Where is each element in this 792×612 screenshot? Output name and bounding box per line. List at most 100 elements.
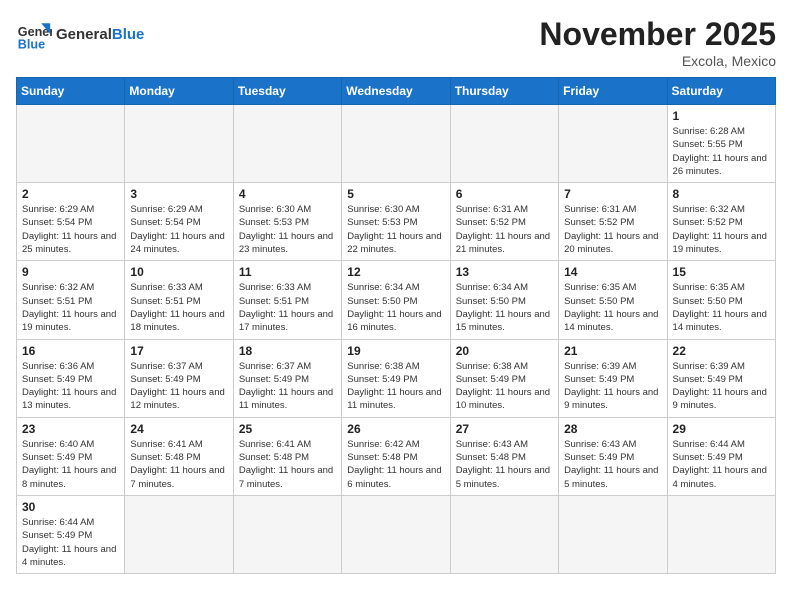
cell-info: Sunrise: 6:38 AM Sunset: 5:49 PM Dayligh… — [456, 360, 553, 413]
column-header-saturday: Saturday — [667, 78, 775, 105]
calendar-cell: 29Sunrise: 6:44 AM Sunset: 5:49 PM Dayli… — [667, 417, 775, 495]
cell-info: Sunrise: 6:41 AM Sunset: 5:48 PM Dayligh… — [130, 438, 227, 491]
cell-info: Sunrise: 6:39 AM Sunset: 5:49 PM Dayligh… — [673, 360, 770, 413]
cell-info: Sunrise: 6:35 AM Sunset: 5:50 PM Dayligh… — [564, 281, 661, 334]
day-number: 10 — [130, 265, 227, 279]
calendar-cell: 30 Sunrise: 6:44 AM Sunset: 5:49 PM Dayli… — [17, 495, 125, 573]
logo-icon: General Blue — [16, 16, 52, 52]
cell-info: Sunrise: 6:42 AM Sunset: 5:48 PM Dayligh… — [347, 438, 444, 491]
calendar-cell: 8 Sunrise: 6:32 AM Sunset: 5:52 PM Daylig… — [667, 183, 775, 261]
day-number: 13 — [456, 265, 553, 279]
calendar-cell: 23Sunrise: 6:40 AM Sunset: 5:49 PM Dayli… — [17, 417, 125, 495]
column-header-wednesday: Wednesday — [342, 78, 450, 105]
logo: General Blue GeneralBlue — [16, 16, 144, 52]
day-number: 12 — [347, 265, 444, 279]
calendar-cell: 14Sunrise: 6:35 AM Sunset: 5:50 PM Dayli… — [559, 261, 667, 339]
day-number: 26 — [347, 422, 444, 436]
cell-info: Sunrise: 6:31 AM Sunset: 5:52 PM Dayligh… — [564, 203, 661, 256]
day-number: 15 — [673, 265, 770, 279]
calendar-week-row: 30 Sunrise: 6:44 AM Sunset: 5:49 PM Dayli… — [17, 495, 776, 573]
day-number: 16 — [22, 344, 119, 358]
day-number: 24 — [130, 422, 227, 436]
calendar-cell: 16 Sunrise: 6:36 AM Sunset: 5:49 PM Dayli… — [17, 339, 125, 417]
calendar-cell: 28 Sunrise: 6:43 AM Sunset: 5:49 PM Dayli… — [559, 417, 667, 495]
calendar-table: SundayMondayTuesdayWednesdayThursdayFrid… — [16, 77, 776, 574]
column-header-tuesday: Tuesday — [233, 78, 341, 105]
calendar-cell: 24 Sunrise: 6:41 AM Sunset: 5:48 PM Dayli… — [125, 417, 233, 495]
cell-info: Sunrise: 6:43 AM Sunset: 5:49 PM Dayligh… — [564, 438, 661, 491]
calendar-header-row: SundayMondayTuesdayWednesdayThursdayFrid… — [17, 78, 776, 105]
column-header-friday: Friday — [559, 78, 667, 105]
day-number: 8 — [673, 187, 770, 201]
calendar-cell: 13Sunrise: 6:34 AM Sunset: 5:50 PM Dayli… — [450, 261, 558, 339]
day-number: 21 — [564, 344, 661, 358]
cell-info: Sunrise: 6:28 AM Sunset: 5:55 PM Dayligh… — [673, 125, 770, 178]
calendar-cell — [559, 105, 667, 183]
calendar-cell: 3 Sunrise: 6:29 AM Sunset: 5:54 PM Daylig… — [125, 183, 233, 261]
cell-info: Sunrise: 6:32 AM Sunset: 5:52 PM Dayligh… — [673, 203, 770, 256]
day-number: 27 — [456, 422, 553, 436]
calendar-cell — [125, 495, 233, 573]
calendar-cell: 2 Sunrise: 6:29 AM Sunset: 5:54 PM Daylig… — [17, 183, 125, 261]
calendar-cell: 27 Sunrise: 6:43 AM Sunset: 5:48 PM Dayli… — [450, 417, 558, 495]
day-number: 23 — [22, 422, 119, 436]
calendar-cell: 18Sunrise: 6:37 AM Sunset: 5:49 PM Dayli… — [233, 339, 341, 417]
day-number: 7 — [564, 187, 661, 201]
calendar-cell: 21 Sunrise: 6:39 AM Sunset: 5:49 PM Dayli… — [559, 339, 667, 417]
cell-info: Sunrise: 6:38 AM Sunset: 5:49 PM Dayligh… — [347, 360, 444, 413]
calendar-cell — [125, 105, 233, 183]
day-number: 22 — [673, 344, 770, 358]
calendar-cell: 25Sunrise: 6:41 AM Sunset: 5:48 PM Dayli… — [233, 417, 341, 495]
calendar-week-row: 23Sunrise: 6:40 AM Sunset: 5:49 PM Dayli… — [17, 417, 776, 495]
calendar-cell — [233, 495, 341, 573]
title-area: November 2025 Excola, Mexico — [539, 16, 776, 69]
column-header-monday: Monday — [125, 78, 233, 105]
cell-info: Sunrise: 6:44 AM Sunset: 5:49 PM Dayligh… — [22, 516, 119, 569]
day-number: 5 — [347, 187, 444, 201]
cell-info: Sunrise: 6:29 AM Sunset: 5:54 PM Dayligh… — [130, 203, 227, 256]
day-number: 25 — [239, 422, 336, 436]
day-number: 9 — [22, 265, 119, 279]
day-number: 28 — [564, 422, 661, 436]
cell-info: Sunrise: 6:29 AM Sunset: 5:54 PM Dayligh… — [22, 203, 119, 256]
day-number: 3 — [130, 187, 227, 201]
day-number: 1 — [673, 109, 770, 123]
calendar-week-row: 9 Sunrise: 6:32 AM Sunset: 5:51 PM Daylig… — [17, 261, 776, 339]
cell-info: Sunrise: 6:39 AM Sunset: 5:49 PM Dayligh… — [564, 360, 661, 413]
calendar-cell — [17, 105, 125, 183]
calendar-cell: 6Sunrise: 6:31 AM Sunset: 5:52 PM Daylig… — [450, 183, 558, 261]
calendar-cell — [450, 495, 558, 573]
day-number: 4 — [239, 187, 336, 201]
day-number: 19 — [347, 344, 444, 358]
cell-info: Sunrise: 6:37 AM Sunset: 5:49 PM Dayligh… — [130, 360, 227, 413]
logo-blue: Blue — [112, 26, 145, 43]
cell-info: Sunrise: 6:30 AM Sunset: 5:53 PM Dayligh… — [347, 203, 444, 256]
calendar-week-row: 1 Sunrise: 6:28 AM Sunset: 5:55 PM Daylig… — [17, 105, 776, 183]
calendar-cell — [559, 495, 667, 573]
calendar-cell: 11 Sunrise: 6:33 AM Sunset: 5:51 PM Dayli… — [233, 261, 341, 339]
calendar-cell: 7 Sunrise: 6:31 AM Sunset: 5:52 PM Daylig… — [559, 183, 667, 261]
logo-general: General — [56, 26, 112, 43]
calendar-cell: 19 Sunrise: 6:38 AM Sunset: 5:49 PM Dayli… — [342, 339, 450, 417]
day-number: 18 — [239, 344, 336, 358]
calendar-cell — [342, 105, 450, 183]
day-number: 11 — [239, 265, 336, 279]
page-header: General Blue GeneralBlue November 2025 E… — [16, 16, 776, 69]
calendar-cell — [233, 105, 341, 183]
calendar-cell: 9 Sunrise: 6:32 AM Sunset: 5:51 PM Daylig… — [17, 261, 125, 339]
day-number: 30 — [22, 500, 119, 514]
cell-info: Sunrise: 6:32 AM Sunset: 5:51 PM Dayligh… — [22, 281, 119, 334]
column-header-thursday: Thursday — [450, 78, 558, 105]
cell-info: Sunrise: 6:44 AM Sunset: 5:49 PM Dayligh… — [673, 438, 770, 491]
calendar-cell: 26 Sunrise: 6:42 AM Sunset: 5:48 PM Dayli… — [342, 417, 450, 495]
calendar-cell: 10Sunrise: 6:33 AM Sunset: 5:51 PM Dayli… — [125, 261, 233, 339]
day-number: 17 — [130, 344, 227, 358]
cell-info: Sunrise: 6:35 AM Sunset: 5:50 PM Dayligh… — [673, 281, 770, 334]
cell-info: Sunrise: 6:43 AM Sunset: 5:48 PM Dayligh… — [456, 438, 553, 491]
day-number: 2 — [22, 187, 119, 201]
cell-info: Sunrise: 6:33 AM Sunset: 5:51 PM Dayligh… — [239, 281, 336, 334]
month-title: November 2025 — [539, 16, 776, 53]
calendar-cell: 4Sunrise: 6:30 AM Sunset: 5:53 PM Daylig… — [233, 183, 341, 261]
cell-info: Sunrise: 6:36 AM Sunset: 5:49 PM Dayligh… — [22, 360, 119, 413]
cell-info: Sunrise: 6:34 AM Sunset: 5:50 PM Dayligh… — [347, 281, 444, 334]
